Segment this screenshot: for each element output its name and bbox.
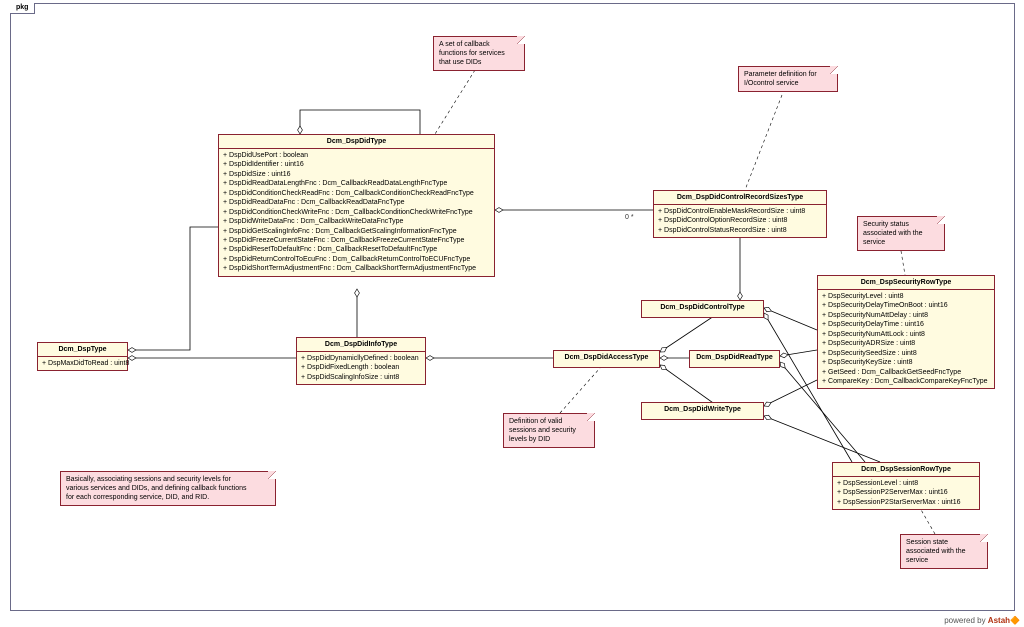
class-attrs: + DspDidUsePort : boolean+ DspDidIdentif…: [219, 149, 494, 276]
class-dsp-did-info-type: Dcm_DspDidInfoType + DspDidDynamicllyDef…: [296, 337, 426, 385]
package-tab: pkg: [10, 3, 35, 14]
class-title: Dcm_DspSecurityRowType: [818, 276, 994, 290]
powered-by-footer: powered by Astah🔶: [944, 616, 1020, 625]
class-title: Dcm_DspDidReadType: [690, 351, 779, 364]
class-title: Dcm_DspDidWriteType: [642, 403, 763, 416]
class-dsp-did-control: Dcm_DspDidControlType: [641, 300, 764, 318]
note-callback: A set of callbackfunctions for servicest…: [433, 36, 525, 71]
class-dsp-did-type: Dcm_DspDidType + DspDidUsePort : boolean…: [218, 134, 495, 277]
class-title: Dcm_DspDidControlType: [642, 301, 763, 314]
note-param: Parameter definition forI/Ocontrol servi…: [738, 66, 838, 92]
class-dsp-did-write: Dcm_DspDidWriteType: [641, 402, 764, 420]
note-valid: Definition of validsessions and security…: [503, 413, 595, 448]
class-attrs: + DspMaxDidToRead : uint8: [38, 357, 127, 370]
multiplicity-label: 0 *: [625, 214, 634, 221]
class-attrs: + DspSessionLevel : uint8+ DspSessionP2S…: [833, 477, 979, 509]
class-title: Dcm_DspSessionRowType: [833, 463, 979, 477]
class-session-row: Dcm_DspSessionRowType + DspSessionLevel …: [832, 462, 980, 510]
class-title: Dcm_DspDidType: [219, 135, 494, 149]
note-session: Session stateassociated with theservice: [900, 534, 988, 569]
class-dsp-did-read: Dcm_DspDidReadType: [689, 350, 780, 368]
class-attrs: + DspSecurityLevel : uint8+ DspSecurityD…: [818, 290, 994, 388]
class-attrs: + DspDidDynamicllyDefined : boolean+ Dsp…: [297, 352, 425, 384]
class-control-record-sizes: Dcm_DspDidControlRecordSizesType + DspDi…: [653, 190, 827, 238]
note-explain: Basically, associating sessions and secu…: [60, 471, 276, 506]
class-title: Dcm_DspDidAccessType: [554, 351, 659, 364]
class-dsp-did-access: Dcm_DspDidAccessType: [553, 350, 660, 368]
class-security-row: Dcm_DspSecurityRowType + DspSecurityLeve…: [817, 275, 995, 389]
diagram-canvas: pkg: [0, 0, 1024, 627]
class-title: Dcm_DspDidInfoType: [297, 338, 425, 352]
class-title: Dcm_DspType: [38, 343, 127, 357]
class-attrs: + DspDidControlEnableMaskRecordSize : ui…: [654, 205, 826, 237]
class-dsp-type: Dcm_DspType + DspMaxDidToRead : uint8: [37, 342, 128, 371]
class-title: Dcm_DspDidControlRecordSizesType: [654, 191, 826, 205]
note-security: Security statusassociated with theservic…: [857, 216, 945, 251]
